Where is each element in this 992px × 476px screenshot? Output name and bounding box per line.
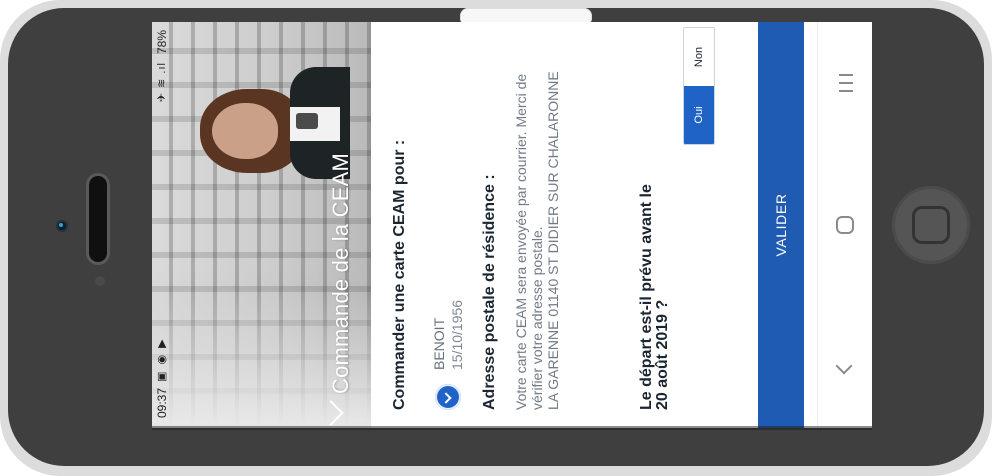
status-time: 09:37 xyxy=(155,387,169,418)
departure-toggle[interactable]: Oui Non xyxy=(683,27,715,145)
address-text: Votre carte CEAM sera envoyée par courri… xyxy=(513,71,561,410)
camera-icon xyxy=(56,220,68,232)
android-navbar xyxy=(817,22,872,428)
address-heading: Adresse postale de résidence : xyxy=(481,174,498,410)
back-arrow-icon xyxy=(835,357,853,375)
battery-level: 78% xyxy=(155,30,169,55)
person-phone xyxy=(296,113,318,129)
app-rotated-container: 09:37 ▣ ◉ ▶ ✈ ≋ .ıl 78% Commande de la C… xyxy=(152,22,872,428)
form-content: Commander une carte CEAM pour : BENOIT 1… xyxy=(371,22,804,428)
home-shape-icon xyxy=(836,216,854,234)
phone-screen: 09:37 ▣ ◉ ▶ ✈ ≋ .ıl 78% Commande de la C… xyxy=(152,22,872,428)
recent-apps-icon[interactable] xyxy=(834,72,856,94)
check-icon xyxy=(435,384,461,410)
toggle-oui[interactable]: Oui xyxy=(684,86,714,144)
selected-person-name: BENOIT xyxy=(431,317,447,370)
back-icon[interactable] xyxy=(834,356,856,378)
person-face xyxy=(212,103,278,159)
status-notification-icons: ▣ ◉ ▶ xyxy=(156,337,168,382)
hero-person-image xyxy=(190,65,350,183)
person-heading: Commander une carte CEAM pour : xyxy=(391,139,408,410)
hardware-home-button[interactable] xyxy=(892,186,970,264)
earpiece-speaker xyxy=(89,176,107,262)
status-signal-icons: ✈ ≋ .ıl xyxy=(156,62,168,103)
hero-banner: 09:37 ▣ ◉ ▶ ✈ ≋ .ıl 78% Commande de la C… xyxy=(152,22,371,428)
home-icon[interactable] xyxy=(834,214,856,236)
proximity-sensor xyxy=(95,276,105,286)
status-bar: 09:37 ▣ ◉ ▶ ✈ ≋ .ıl 78% xyxy=(152,22,172,428)
screen-edge-shadow xyxy=(152,426,872,430)
validate-button[interactable]: VALIDER xyxy=(758,22,804,428)
selected-person-date: 15/10/1956 xyxy=(449,299,465,370)
toggle-non[interactable]: Non xyxy=(684,28,714,86)
departure-question: Le départ est-il prévu avant le 20 août … xyxy=(638,184,671,410)
recent-lines-icon xyxy=(839,74,853,92)
page-title: Commande de la CEAM xyxy=(328,152,353,394)
